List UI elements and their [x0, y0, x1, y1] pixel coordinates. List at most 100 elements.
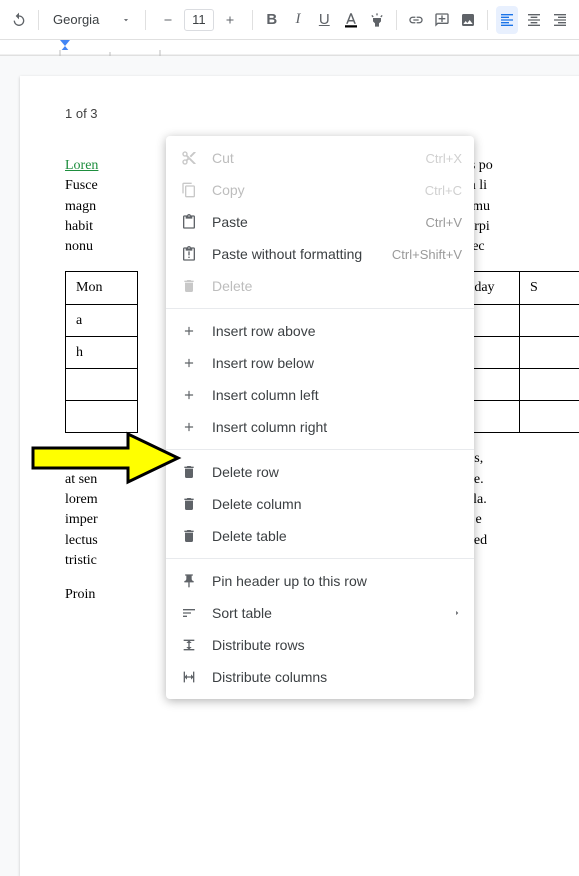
undo-icon: [11, 12, 27, 28]
menu-shortcut: Ctrl+Shift+V: [392, 247, 462, 262]
menu-label: Sort table: [212, 605, 452, 621]
trash-icon: [178, 278, 200, 294]
menu-label: Paste: [212, 214, 426, 230]
separator: [38, 10, 39, 30]
align-center-button[interactable]: [522, 6, 544, 34]
menu-item-distribute-columns[interactable]: Distribute columns: [166, 661, 474, 693]
body-text: nonu: [65, 239, 93, 254]
body-text: tristic: [65, 553, 97, 568]
trash-icon: [178, 496, 200, 512]
increase-font-button[interactable]: [216, 6, 244, 34]
body-text: at sen: [65, 472, 97, 487]
align-left-icon: [499, 12, 515, 28]
table-cell[interactable]: [520, 401, 579, 433]
context-menu: Cut Ctrl+X Copy Ctrl+C Paste Ctrl+V Past…: [166, 136, 474, 699]
plus-icon: [178, 356, 200, 370]
menu-label: Insert row below: [212, 355, 462, 371]
align-right-button[interactable]: [549, 6, 571, 34]
table-cell[interactable]: h: [66, 337, 138, 369]
bold-button[interactable]: B: [261, 6, 283, 34]
menu-item-paste-without-formatting[interactable]: Paste without formatting Ctrl+Shift+V: [166, 238, 474, 270]
menu-label: Distribute rows: [212, 637, 462, 653]
add-comment-button[interactable]: [431, 6, 453, 34]
font-family-label: Georgia: [53, 12, 99, 27]
insert-image-button[interactable]: [457, 6, 479, 34]
pin-icon: [178, 573, 200, 589]
image-icon: [460, 12, 476, 28]
plus-icon: [178, 420, 200, 434]
menu-label: Insert column left: [212, 387, 462, 403]
italic-button[interactable]: I: [287, 6, 309, 34]
align-left-button[interactable]: [496, 6, 518, 34]
paste-plain-icon: [178, 246, 200, 262]
menu-divider: [166, 308, 474, 309]
align-right-icon: [552, 12, 568, 28]
menu-label: Delete row: [212, 464, 462, 480]
trash-icon: [178, 464, 200, 480]
menu-label: Insert column right: [212, 419, 462, 435]
link-icon: [408, 12, 424, 28]
highlight-icon: [369, 12, 385, 28]
sort-icon: [178, 605, 200, 621]
distribute-rows-icon: [178, 637, 200, 653]
menu-label: Distribute columns: [212, 669, 462, 685]
table-cell[interactable]: [66, 369, 138, 401]
menu-label: Delete column: [212, 496, 462, 512]
left-indent-marker[interactable]: [60, 40, 70, 50]
text-color-icon: [342, 11, 360, 29]
menu-item-insert-row-above[interactable]: Insert row above: [166, 315, 474, 347]
menu-item-paste[interactable]: Paste Ctrl+V: [166, 206, 474, 238]
font-family-select[interactable]: Georgia: [47, 7, 137, 33]
font-size-stepper: 11: [154, 7, 244, 33]
menu-shortcut: Ctrl+V: [426, 215, 462, 230]
underline-button[interactable]: U: [313, 6, 335, 34]
menu-item-delete-column[interactable]: Delete column: [166, 488, 474, 520]
menu-shortcut: Ctrl+C: [425, 183, 462, 198]
menu-item-pin-header[interactable]: Pin header up to this row: [166, 565, 474, 597]
menu-label: Paste without formatting: [212, 246, 392, 262]
decrease-font-button[interactable]: [154, 6, 182, 34]
menu-label: Delete table: [212, 528, 462, 544]
menu-item-delete-row[interactable]: Delete row: [166, 456, 474, 488]
distribute-columns-icon: [178, 669, 200, 685]
menu-item-distribute-rows[interactable]: Distribute rows: [166, 629, 474, 661]
menu-divider: [166, 558, 474, 559]
chevron-down-icon: [121, 15, 131, 25]
body-text: lorem: [65, 492, 98, 507]
table-cell[interactable]: [520, 337, 579, 369]
table-cell[interactable]: Mon: [66, 272, 138, 305]
table-cell[interactable]: [520, 305, 579, 337]
minus-icon: [162, 14, 174, 26]
text-color-button[interactable]: [339, 6, 361, 34]
menu-item-insert-row-below[interactable]: Insert row below: [166, 347, 474, 379]
menu-label: Insert row above: [212, 323, 462, 339]
plus-icon: [178, 388, 200, 402]
cut-icon: [178, 150, 200, 166]
undo-button[interactable]: [8, 6, 30, 34]
menu-item-delete-table[interactable]: Delete table: [166, 520, 474, 552]
menu-label: Pin header up to this row: [212, 573, 462, 589]
table-cell[interactable]: [66, 401, 138, 433]
font-size-input[interactable]: 11: [184, 9, 214, 31]
plus-icon: [178, 324, 200, 338]
insert-link-button[interactable]: [405, 6, 427, 34]
table-cell[interactable]: a: [66, 305, 138, 337]
lorem-link[interactable]: Loren: [65, 158, 98, 173]
paste-icon: [178, 214, 200, 230]
separator: [145, 10, 146, 30]
menu-item-insert-column-left[interactable]: Insert column left: [166, 379, 474, 411]
body-text: habit: [65, 219, 93, 234]
toolbar: Georgia 11 B I U: [0, 0, 579, 40]
menu-item-sort-table[interactable]: Sort table: [166, 597, 474, 629]
align-center-icon: [526, 12, 542, 28]
menu-item-insert-column-right[interactable]: Insert column right: [166, 411, 474, 443]
menu-divider: [166, 449, 474, 450]
menu-item-copy: Copy Ctrl+C: [166, 174, 474, 206]
ruler[interactable]: [0, 40, 579, 56]
table-cell[interactable]: S: [520, 272, 579, 305]
page-indicator: 1 of 3: [65, 106, 98, 121]
table-cell[interactable]: [520, 369, 579, 401]
comment-icon: [434, 12, 450, 28]
separator: [396, 10, 397, 30]
highlight-button[interactable]: [366, 6, 388, 34]
